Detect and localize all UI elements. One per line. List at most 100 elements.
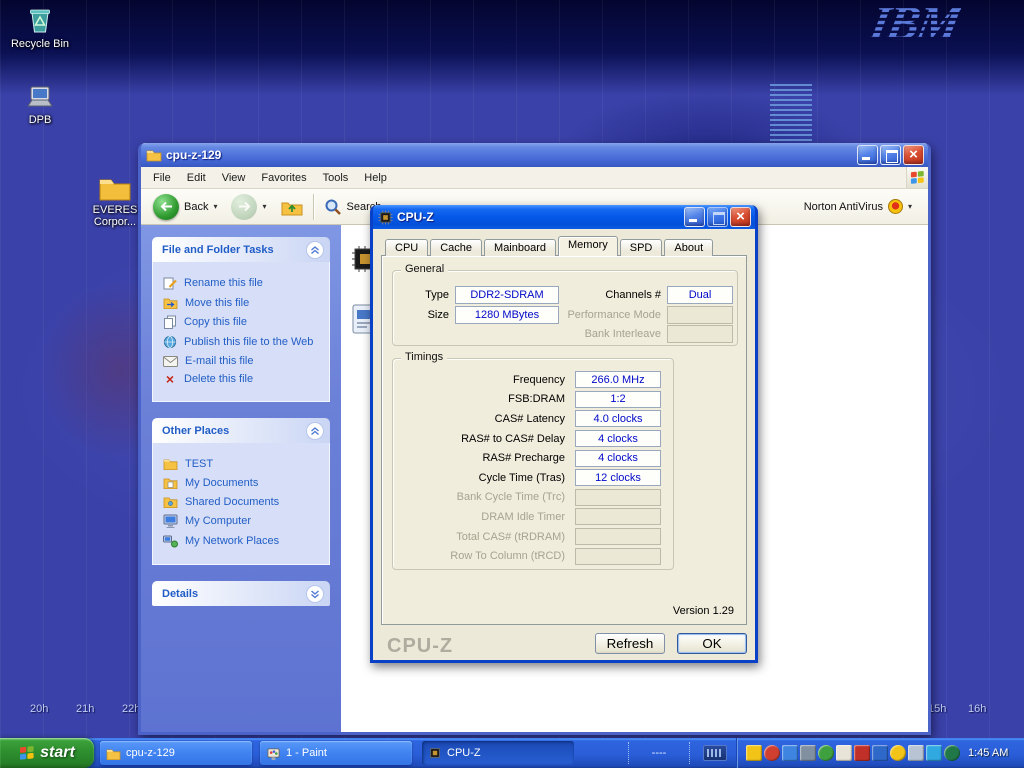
timing-value (575, 489, 661, 506)
tray-icon-9[interactable] (890, 745, 906, 761)
channels-label: Channels # (561, 289, 661, 301)
place-test[interactable]: TEST (163, 457, 325, 470)
timing-value: 4.0 clocks (575, 410, 661, 427)
menu-edit[interactable]: Edit (179, 169, 214, 187)
ibm-logo: IBM (865, 0, 964, 51)
timings-rows: Frequency 266.0 MHz FSB:DRAM 1:2 CAS# La… (401, 370, 661, 566)
tab-cpu[interactable]: CPU (385, 239, 428, 256)
taskbar-deskband[interactable]: ---- (628, 742, 690, 764)
timezone-label: 21h (76, 703, 94, 715)
rename-icon (163, 276, 177, 290)
taskbar-task-paint[interactable]: 1 - Paint (260, 741, 412, 765)
timing-value (575, 528, 661, 545)
timing-row-ras-precharge: RAS# Precharge 4 clocks (401, 448, 661, 468)
task-delete-file[interactable]: × Delete this file (163, 373, 325, 385)
forward-button[interactable]: ▾ (227, 192, 270, 222)
menu-view[interactable]: View (214, 169, 254, 187)
menu-file[interactable]: File (145, 169, 179, 187)
recycle-bin-icon (8, 4, 72, 36)
taskbar-task-cpu-z-129[interactable]: cpu-z-129 (100, 741, 252, 765)
maximize-button[interactable] (880, 145, 901, 165)
panel-header[interactable]: File and Folder Tasks (152, 237, 330, 262)
system-tray: 1:45 AM (737, 738, 1024, 768)
tray-icon-10[interactable] (908, 745, 924, 761)
tray-icon-1[interactable] (746, 745, 762, 761)
channels-value: Dual (667, 286, 733, 304)
timing-row-fsb-dram: FSB:DRAM 1:2 (401, 390, 661, 410)
chevron-up-icon[interactable] (306, 241, 324, 259)
timing-value: 12 clocks (575, 469, 661, 486)
tray-icon-12[interactable] (944, 745, 960, 761)
timing-row-row-to-column: Row To Column (tRCD) (401, 546, 661, 566)
up-button[interactable] (277, 196, 307, 218)
folder-up-icon (281, 198, 303, 216)
chevron-up-icon[interactable] (306, 422, 324, 440)
chevron-down-icon[interactable] (306, 585, 324, 603)
back-button[interactable]: Back ▾ (149, 192, 221, 222)
desktop-icon-dpb[interactable]: DPB (8, 84, 72, 126)
refresh-button[interactable]: Refresh (595, 633, 665, 654)
minimize-button[interactable] (684, 207, 705, 227)
back-label: Back (184, 201, 208, 213)
start-button[interactable]: start (0, 738, 94, 768)
menu-help[interactable]: Help (356, 169, 395, 187)
menu-favorites[interactable]: Favorites (253, 169, 314, 187)
copy-icon (163, 315, 177, 329)
tray-icon-7[interactable] (854, 745, 870, 761)
timing-value (575, 508, 661, 525)
tray-icon-6[interactable] (836, 745, 852, 761)
explorer-titlebar[interactable]: cpu-z-129 (141, 143, 928, 167)
window-title: CPU-Z (397, 210, 682, 224)
place-my-computer[interactable]: My Computer (163, 514, 325, 528)
tray-icon-11[interactable] (926, 745, 942, 761)
place-shared-documents[interactable]: Shared Documents (163, 495, 325, 508)
desktop-icon-everes[interactable]: EVERES Corpor... (84, 174, 146, 228)
shared-folder-icon (163, 495, 178, 508)
panel-title: File and Folder Tasks (162, 244, 274, 256)
windows-flag-icon (19, 745, 35, 761)
taskbar-task-cpuz[interactable]: CPU-Z (422, 741, 574, 765)
panel-header[interactable]: Details (152, 581, 330, 606)
panel-title: Other Places (162, 425, 229, 437)
timezone-label: 20h (30, 703, 48, 715)
network-icon (163, 534, 178, 548)
task-rename-file[interactable]: Rename this file (163, 276, 325, 290)
task-label: Publish this file to the Web (184, 336, 313, 348)
timing-value: 266.0 MHz (575, 371, 661, 388)
type-value: DDR2-SDRAM (455, 286, 559, 304)
tab-about[interactable]: About (664, 239, 713, 256)
task-move-file[interactable]: Move this file (163, 296, 325, 309)
menu-tools[interactable]: Tools (315, 169, 357, 187)
desktop-icon-recycle-bin[interactable]: Recycle Bin (8, 4, 72, 50)
performance-mode-label: Performance Mode (543, 309, 661, 321)
cpuz-titlebar[interactable]: CPU-Z (373, 205, 755, 229)
maximize-button[interactable] (707, 207, 728, 227)
tray-icon-4[interactable] (800, 745, 816, 761)
ok-button[interactable]: OK (677, 633, 747, 654)
tab-mainboard[interactable]: Mainboard (484, 239, 556, 256)
envelope-icon (163, 356, 178, 367)
tab-memory[interactable]: Memory (558, 236, 618, 256)
keyboard-tray-icon[interactable] (703, 745, 727, 761)
minimize-button[interactable] (857, 145, 878, 165)
timing-row-dram-idle-timer: DRAM Idle Timer (401, 507, 661, 527)
timing-row-cas-latency: CAS# Latency 4.0 clocks (401, 409, 661, 429)
tray-icon-3[interactable] (782, 745, 798, 761)
laptop-icon (8, 84, 72, 112)
tray-icon-8[interactable] (872, 745, 888, 761)
place-label: My Documents (185, 477, 258, 489)
close-button[interactable] (903, 145, 924, 165)
cpuz-watermark: CPU-Z (387, 635, 453, 658)
place-my-network-places[interactable]: My Network Places (163, 534, 325, 548)
tab-cache[interactable]: Cache (430, 239, 482, 256)
task-email-file[interactable]: E-mail this file (163, 355, 325, 367)
norton-antivirus-toolbar[interactable]: Norton AntiVirus ▾ (804, 199, 920, 214)
close-button[interactable] (730, 207, 751, 227)
tab-spd[interactable]: SPD (620, 239, 663, 256)
place-my-documents[interactable]: My Documents (163, 476, 325, 489)
tray-icon-5[interactable] (818, 745, 834, 761)
task-publish-file[interactable]: Publish this file to the Web (163, 335, 325, 349)
tray-icon-2[interactable] (764, 745, 780, 761)
panel-header[interactable]: Other Places (152, 418, 330, 443)
task-copy-file[interactable]: Copy this file (163, 315, 325, 329)
